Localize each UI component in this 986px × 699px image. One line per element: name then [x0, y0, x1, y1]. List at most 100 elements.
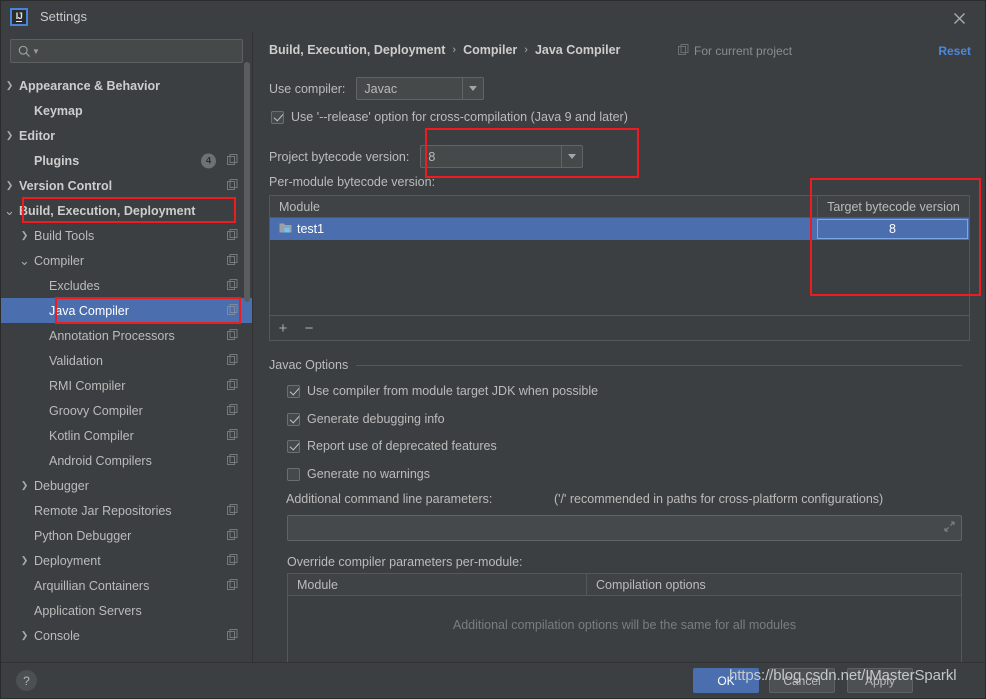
javac-option-checkbox[interactable]: Use compiler from module target JDK when… [287, 384, 598, 398]
sidebar-scrollbar[interactable] [244, 62, 250, 302]
copy-icon[interactable] [227, 578, 238, 593]
sidebar-item-debugger[interactable]: ❯ Debugger [1, 473, 252, 498]
search-dropdown-caret-icon[interactable]: ▼ [32, 47, 40, 56]
copy-icon[interactable] [227, 378, 238, 393]
project-bytecode-select[interactable]: 8 [420, 145, 584, 168]
sidebar-item-kotlin-compiler[interactable]: Kotlin Compiler [1, 423, 252, 448]
use-compiler-row: Use compiler: Javac [269, 77, 485, 100]
sidebar-item-java-compiler[interactable]: Java Compiler [1, 298, 252, 323]
chevron-right-icon[interactable]: ❯ [3, 130, 16, 141]
copy-icon[interactable] [227, 253, 238, 268]
javac-option-label: Generate debugging info [307, 412, 445, 426]
sidebar-item-annotation-processors[interactable]: Annotation Processors [1, 323, 252, 348]
sidebar-item-excludes[interactable]: Excludes [1, 273, 252, 298]
copy-icon[interactable] [227, 428, 238, 443]
override-params-label: Override compiler parameters per-module: [287, 555, 523, 569]
sidebar-item-android-compilers[interactable]: Android Compilers [1, 448, 252, 473]
sidebar-item-python-debugger[interactable]: Python Debugger [1, 523, 252, 548]
reset-link[interactable]: Reset [938, 44, 971, 58]
chevron-right-icon[interactable]: ❯ [3, 80, 16, 91]
column-header-compilation-options[interactable]: Compilation options [586, 574, 961, 595]
copy-icon[interactable] [227, 553, 238, 568]
use-compiler-select[interactable]: Javac [356, 77, 485, 100]
chevron-right-icon[interactable]: ❯ [18, 230, 31, 241]
copy-icon[interactable] [227, 303, 238, 318]
ok-button[interactable]: OK [693, 668, 759, 693]
search-input[interactable] [39, 43, 242, 59]
remove-module-button[interactable]: − [296, 316, 322, 340]
chevron-right-icon[interactable]: ❯ [18, 630, 31, 641]
sidebar-item-editor[interactable]: ❯ Editor [1, 123, 252, 148]
sidebar-item-arquillian-containers[interactable]: Arquillian Containers [1, 573, 252, 598]
help-button[interactable]: ? [16, 670, 37, 691]
column-header-target-bytecode[interactable]: Target bytecode version [817, 196, 969, 217]
project-bytecode-row: Project bytecode version: 8 [269, 145, 584, 168]
copy-icon[interactable] [227, 178, 238, 193]
settings-tree: ❯ Appearance & Behavior Keymap ❯ Editor Plugi… [1, 73, 252, 663]
sidebar-item-remote-jar-repositories[interactable]: Remote Jar Repositories [1, 498, 252, 523]
cell-target-bytecode[interactable]: 8 [817, 219, 968, 239]
cancel-button[interactable]: Cancel [769, 668, 835, 693]
expand-icon[interactable] [944, 521, 955, 535]
sidebar-item-appearance-behavior[interactable]: ❯ Appearance & Behavior [1, 73, 252, 98]
sidebar-item-compiler[interactable]: ⌄ Compiler [1, 248, 252, 273]
module-table-toolbar: + − [270, 315, 969, 340]
table-row[interactable]: test1 8 [270, 218, 969, 240]
sidebar-item-label: Deployment [34, 553, 101, 568]
sidebar-item-build-execution-deployment[interactable]: ⌄ Build, Execution, Deployment [1, 198, 252, 223]
per-module-label: Per-module bytecode version: [269, 175, 436, 189]
sidebar-item-groovy-compiler[interactable]: Groovy Compiler [1, 398, 252, 423]
breadcrumb-segment[interactable]: Build, Execution, Deployment [269, 43, 445, 57]
copy-icon[interactable] [227, 353, 238, 368]
copy-icon[interactable] [227, 153, 238, 168]
copy-icon[interactable] [227, 503, 238, 518]
scope-indicator: For current project [678, 44, 792, 58]
sidebar-item-version-control[interactable]: ❯ Version Control [1, 173, 252, 198]
search-box[interactable]: ▼ [10, 39, 243, 63]
column-header-module[interactable]: Module [270, 196, 817, 217]
javac-option-checkbox[interactable]: Report use of deprecated features [287, 439, 497, 453]
add-module-button[interactable]: + [270, 316, 296, 340]
sidebar-item-validation[interactable]: Validation [1, 348, 252, 373]
sidebar-item-keymap[interactable]: Keymap [1, 98, 252, 123]
copy-icon[interactable] [227, 403, 238, 418]
copy-icon[interactable] [227, 278, 238, 293]
sidebar-item-application-servers[interactable]: Application Servers [1, 598, 252, 623]
settings-sidebar: ▼ ❯ Appearance & Behavior Keymap ❯ Editor Plu… [1, 32, 253, 663]
javac-option-label: Use compiler from module target JDK when… [307, 384, 599, 398]
sidebar-item-label: Keymap [34, 103, 83, 118]
chevron-down-icon[interactable]: ⌄ [3, 204, 16, 217]
additional-params-input[interactable] [288, 520, 944, 536]
copy-icon[interactable] [227, 228, 238, 243]
sidebar-item-deployment[interactable]: ❯ Deployment [1, 548, 252, 573]
chevron-right-icon[interactable]: ❯ [18, 480, 31, 491]
sidebar-item-label: Excludes [49, 278, 100, 293]
sidebar-item-label: Plugins [34, 153, 80, 168]
apply-button[interactable]: Apply [847, 668, 913, 693]
use-compiler-label: Use compiler: [269, 81, 346, 96]
additional-params-field[interactable] [287, 515, 962, 541]
sidebar-item-label: Android Compilers [49, 453, 152, 468]
sidebar-item-label: Build Tools [34, 228, 95, 243]
sidebar-item-build-tools[interactable]: ❯ Build Tools [1, 223, 252, 248]
sidebar-item-label: Editor [19, 128, 56, 143]
copy-icon[interactable] [227, 528, 238, 543]
chevron-down-icon[interactable]: ⌄ [18, 254, 31, 267]
copy-icon[interactable] [227, 628, 238, 643]
sidebar-item-plugins[interactable]: Plugins 4 [1, 148, 252, 173]
chevron-right-icon[interactable]: ❯ [18, 555, 31, 566]
checkbox-icon [287, 439, 300, 453]
use-release-option-checkbox[interactable]: Use '--release' option for cross-compila… [271, 110, 628, 124]
breadcrumb-segment[interactable]: Compiler [463, 43, 517, 57]
breadcrumb-segment[interactable]: Java Compiler [535, 43, 620, 57]
sidebar-item-label: Java Compiler [49, 303, 129, 318]
sidebar-item-rmi-compiler[interactable]: RMI Compiler [1, 373, 252, 398]
javac-option-checkbox[interactable]: Generate no warnings [287, 467, 430, 481]
copy-icon[interactable] [227, 328, 238, 343]
sidebar-item-console[interactable]: ❯ Console [1, 623, 252, 648]
javac-option-checkbox[interactable]: Generate debugging info [287, 412, 445, 426]
close-icon[interactable] [949, 8, 969, 28]
chevron-right-icon[interactable]: ❯ [3, 180, 16, 191]
column-header-module[interactable]: Module [288, 574, 586, 595]
copy-icon[interactable] [227, 453, 238, 468]
